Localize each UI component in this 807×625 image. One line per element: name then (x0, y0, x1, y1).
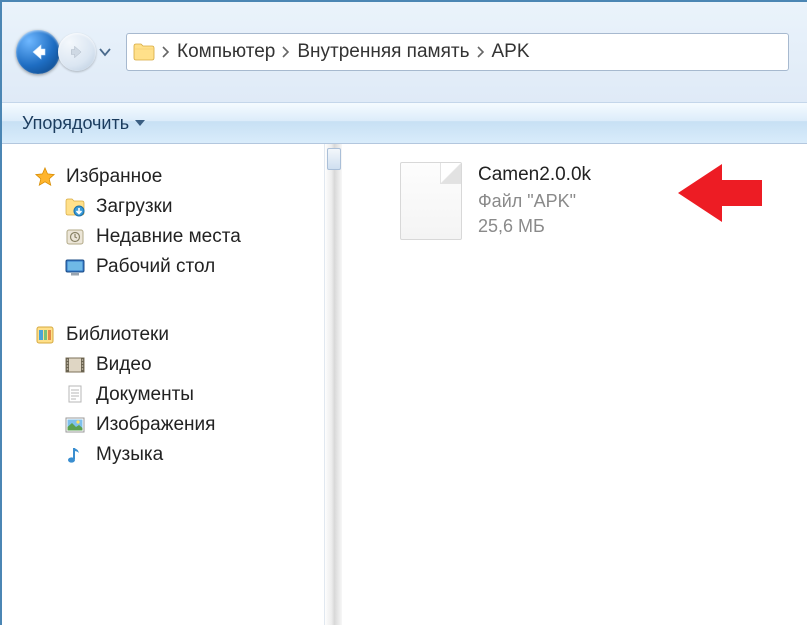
organize-label: Упорядочить (22, 113, 129, 134)
sidebar-item-label: Документы (96, 384, 194, 406)
sidebar-group-favorites[interactable]: Избранное (34, 162, 324, 192)
music-icon (64, 444, 86, 466)
chevron-down-icon (99, 46, 111, 58)
navigation-row: Компьютер Внутренняя память APK (2, 2, 807, 102)
address-bar[interactable]: Компьютер Внутренняя память APK (126, 33, 789, 71)
sidebar-item-label: Музыка (96, 444, 163, 466)
sidebar-item-label: Загрузки (96, 196, 172, 218)
breadcrumb-item[interactable]: Внутренняя память (297, 41, 469, 63)
libraries-icon (34, 324, 56, 346)
video-icon (64, 354, 86, 376)
navigation-pane: Избранное Загрузки (2, 144, 324, 625)
sidebar-item-music[interactable]: Музыка (34, 440, 324, 470)
chevron-right-icon (161, 46, 171, 58)
sidebar-item-label: Недавние места (96, 226, 241, 248)
organize-button[interactable]: Упорядочить (22, 113, 145, 134)
highlight-arrow-icon (672, 162, 762, 224)
folder-icon (133, 42, 155, 62)
nav-history-dropdown[interactable] (96, 46, 114, 58)
sidebar-item-pictures[interactable]: Изображения (34, 410, 324, 440)
sidebar-item-label: Видео (96, 354, 152, 376)
pictures-icon (64, 414, 86, 436)
file-details: Camen2.0.0k Файл "APK" 25,6 МБ (478, 162, 591, 240)
sidebar-item-recent[interactable]: Недавние места (34, 222, 324, 252)
breadcrumb-item[interactable]: Компьютер (177, 41, 275, 63)
content-panes: Избранное Загрузки (2, 144, 807, 625)
desktop-icon (64, 256, 86, 278)
sidebar-group-label: Библиотеки (66, 324, 169, 346)
chevron-right-icon (476, 46, 486, 58)
chevron-right-icon (281, 46, 291, 58)
back-button[interactable] (16, 30, 60, 74)
sidebar-item-video[interactable]: Видео (34, 350, 324, 380)
sidebar-item-downloads[interactable]: Загрузки (34, 192, 324, 222)
back-arrow-icon (27, 41, 49, 63)
file-size: 25,6 МБ (478, 214, 591, 239)
sidebar-group-libraries[interactable]: Библиотеки (34, 320, 324, 350)
file-type: Файл "APK" (478, 189, 591, 214)
forward-arrow-icon (68, 43, 86, 61)
sidebar-item-label: Рабочий стол (96, 256, 215, 278)
explorer-window: Компьютер Внутренняя память APK Упорядоч… (0, 0, 807, 625)
nav-buttons (16, 30, 114, 74)
forward-button[interactable] (58, 33, 96, 71)
downloads-icon (64, 196, 86, 218)
generic-file-icon (400, 162, 462, 240)
sidebar-item-desktop[interactable]: Рабочий стол (34, 252, 324, 282)
file-name: Camen2.0.0k (478, 162, 591, 189)
chevron-down-icon (135, 119, 145, 127)
documents-icon (64, 384, 86, 406)
toolbar: Упорядочить (2, 102, 807, 144)
recent-places-icon (64, 226, 86, 248)
sidebar-item-documents[interactable]: Документы (34, 380, 324, 410)
pane-splitter[interactable] (324, 144, 342, 625)
star-icon (34, 166, 56, 188)
sidebar-group-label: Избранное (66, 166, 162, 188)
sidebar-item-label: Изображения (96, 414, 215, 436)
breadcrumb-item[interactable]: APK (492, 41, 530, 63)
file-list-pane: Camen2.0.0k Файл "APK" 25,6 МБ (342, 144, 807, 625)
scroll-thumb[interactable] (327, 148, 341, 170)
